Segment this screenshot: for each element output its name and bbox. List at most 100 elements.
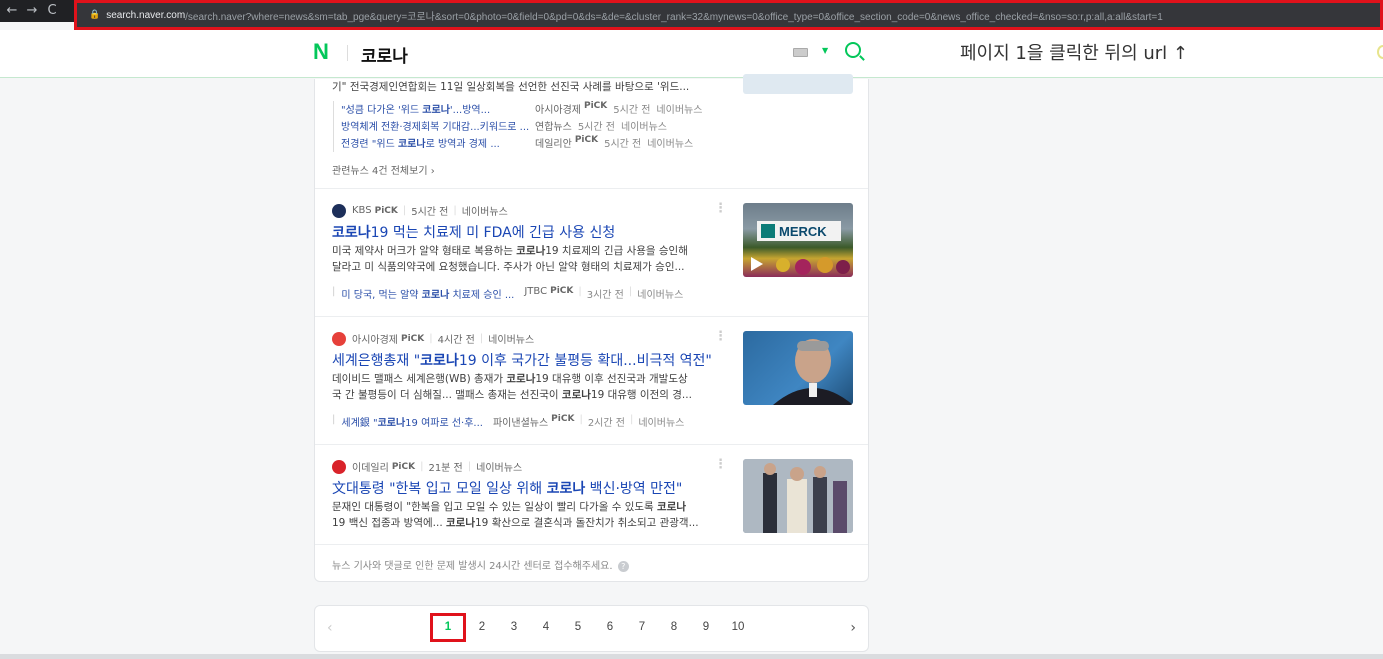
related-news-title[interactable]: "성큼 다가온 '위드 코로나'...방역...	[341, 101, 529, 118]
source-link[interactable]: 네이버뉴스	[656, 101, 702, 118]
press-name[interactable]: 데일리안	[535, 135, 572, 152]
news-thumbnail[interactable]: MERCK	[743, 203, 853, 277]
time: 21분 전	[428, 463, 463, 474]
source-link[interactable]: 네이버뉴스	[647, 135, 693, 152]
pick-badge: PiCK	[550, 286, 574, 296]
related-news-title[interactable]: 전경련 "위드 코로나로 방역과 경제 ...	[341, 135, 529, 152]
time: 5시간 전	[613, 105, 651, 116]
page-10[interactable]: 10	[722, 613, 754, 642]
press-logo-icon[interactable]	[332, 331, 346, 346]
pick-badge: PiCK	[374, 205, 398, 216]
portrait-thumbnail-graphic	[773, 339, 853, 405]
report-notice: 뉴스 기사와 댓글로 인한 문제 발생시 24시간 센터로 접수해주세요. ?	[332, 557, 629, 572]
source-link[interactable]: 네이버뉴스	[621, 118, 667, 135]
news-info: 이데일리 PiCK | 21분 전 | 네이버뉴스	[332, 459, 522, 474]
merck-thumbnail-graphic: MERCK	[751, 221, 850, 275]
news-thumbnail[interactable]	[743, 459, 853, 533]
source-link[interactable]: 네이버뉴스	[462, 203, 508, 218]
ceremony-thumbnail-graphic	[743, 459, 853, 533]
news-item: 이데일리 PiCK | 21분 전 | 네이버뉴스 ⋮ 文대통령 "한복 입고 …	[315, 445, 868, 545]
time: 2시간 전	[587, 418, 625, 429]
source-link[interactable]: 네이버뉴스	[488, 331, 534, 346]
news-thumbnail[interactable]	[743, 74, 853, 94]
press-name[interactable]: 이데일리	[352, 459, 389, 474]
page-6[interactable]: 6	[594, 613, 626, 642]
chevron-down-icon[interactable]: ▼	[822, 46, 828, 55]
search-input[interactable]: 코로나	[361, 42, 408, 67]
lock-icon: 🔒	[89, 10, 101, 20]
page-1[interactable]: 1	[430, 613, 466, 642]
press-logo-icon[interactable]	[332, 459, 346, 474]
page-9[interactable]: 9	[690, 613, 722, 642]
news-title[interactable]: 코로나19 먹는 치료제 미 FDA에 긴급 사용 신청	[332, 222, 615, 242]
press-name[interactable]: 아시아경제	[535, 101, 581, 118]
next-page-button[interactable]: ›	[850, 620, 856, 636]
news-item: 기" 전국경제인연합회는 11일 일상회복을 선언한 선진국 사례를 바탕으로 …	[315, 74, 868, 189]
news-info: KBS PiCK | 5시간 전 | 네이버뉴스	[332, 203, 508, 218]
edge-circle-icon	[1377, 45, 1383, 59]
related-news-row[interactable]: | 미 당국, 먹는 알약 코로나 치료제 승인 ... JTBC PiCK |…	[332, 286, 683, 301]
pick-badge: PiCK	[574, 135, 599, 145]
related-news-row[interactable]: 방역체계 전환·경제회복 기대감...키워드로 ... 연합뉴스 5시간 전 네…	[341, 118, 702, 135]
forward-arrow-icon[interactable]: →	[22, 0, 42, 22]
time: 5시간 전	[604, 139, 642, 150]
page-5[interactable]: 5	[562, 613, 594, 642]
time: 4시간 전	[437, 335, 475, 346]
news-title[interactable]: 세계은행총재 "코로나19 이후 국가간 불평등 확대...비극적 역전"	[332, 350, 712, 370]
source-link[interactable]: 네이버뉴스	[637, 286, 683, 301]
pick-badge: PiCK	[401, 333, 425, 344]
annotation-text: 페이지 1을 클릭한 뒤의 url ↑	[960, 43, 1188, 64]
press-name[interactable]: JTBC	[524, 286, 547, 301]
more-options-icon[interactable]: ⋮	[714, 329, 727, 344]
related-news-row[interactable]: | 세계銀 "코로나19 여파로 선·후... 파이낸셜뉴스 PiCK | 2시…	[332, 414, 684, 429]
news-thumbnail[interactable]	[743, 331, 853, 405]
news-description: 기" 전국경제인연합회는 11일 일상회복을 선언한 선진국 사례를 바탕으로 …	[332, 81, 690, 93]
page-3[interactable]: 3	[498, 613, 530, 642]
back-arrow-icon[interactable]: ←	[2, 0, 22, 22]
related-news-title[interactable]: 세계銀 "코로나19 여파로 선·후...	[341, 414, 483, 429]
related-news-row[interactable]: "성큼 다가온 '위드 코로나'...방역... 아시아경제 PiCK 5시간 …	[341, 101, 702, 118]
pick-badge: PiCK	[584, 101, 608, 111]
prev-page-button[interactable]: ‹	[327, 620, 333, 636]
page-8[interactable]: 8	[658, 613, 690, 642]
news-title[interactable]: 文대통령 "한복 입고 모일 일상 위해 코로나 백신·방역 만전"	[332, 478, 682, 498]
bottom-scroll-edge	[0, 654, 1383, 659]
pick-badge: PiCK	[391, 461, 416, 472]
more-options-icon[interactable]: ⋮	[714, 201, 727, 216]
naver-logo[interactable]: N	[313, 39, 329, 65]
more-options-icon[interactable]: ⋮	[714, 457, 727, 472]
page-2[interactable]: 2	[466, 613, 498, 642]
press-logo-icon[interactable]	[332, 203, 346, 218]
related-news-title[interactable]: 미 당국, 먹는 알약 코로나 치료제 승인 ...	[341, 286, 514, 301]
time: 5시간 전	[411, 207, 449, 218]
url-path: /search.naver?where=news&sm=tab_pge&quer…	[185, 11, 1163, 23]
news-description: 데이비드 맬패스 세계은행(WB) 총재가 코로나19 대유행 이후 선진국과 …	[332, 373, 692, 401]
page-7[interactable]: 7	[626, 613, 658, 642]
press-name[interactable]: KBS	[352, 205, 372, 216]
related-news-list: "성큼 다가온 '위드 코로나'...방역... 아시아경제 PiCK 5시간 …	[333, 101, 702, 152]
keyboard-icon[interactable]	[793, 48, 808, 57]
related-news-all-link[interactable]: 관련뉴스 4건 전체보기 ›	[332, 162, 435, 177]
related-news-title[interactable]: 방역체계 전환·경제회복 기대감...키워드로 ...	[341, 118, 529, 135]
news-list: 기" 전국경제인연합회는 11일 일상회복을 선언한 선진국 사례를 바탕으로 …	[314, 74, 869, 582]
press-name[interactable]: 파이낸셜뉴스	[493, 414, 548, 429]
pick-badge: PiCK	[551, 414, 575, 424]
related-news-row[interactable]: 전경련 "위드 코로나로 방역과 경제 ... 데일리안 PiCK 5시간 전 …	[341, 135, 702, 152]
news-info: 아시아경제 PiCK | 4시간 전 | 네이버뉴스	[332, 331, 534, 346]
news-description: 미국 제약사 머크가 알약 형태로 복용하는 코로나19 치료제의 긴급 사용을…	[332, 245, 688, 273]
divider	[347, 45, 348, 61]
search-icon[interactable]	[845, 42, 861, 58]
source-link[interactable]: 네이버뉴스	[476, 459, 522, 474]
address-bar[interactable]: 🔒 search.naver.com /search.naver?where=n…	[74, 0, 1383, 30]
press-name[interactable]: 아시아경제	[352, 331, 398, 346]
thumbnail-text: MERCK	[779, 224, 827, 239]
press-name[interactable]: 연합뉴스	[535, 118, 572, 135]
source-link[interactable]: 네이버뉴스	[638, 414, 684, 429]
news-item: KBS PiCK | 5시간 전 | 네이버뉴스 ⋮ 코로나19 먹는 치료제 …	[315, 189, 868, 317]
page-4[interactable]: 4	[530, 613, 562, 642]
help-icon[interactable]: ?	[617, 561, 629, 572]
news-description: 문재인 대통령이 "한복을 입고 모일 수 있는 일상이 빨리 다가올 수 있도…	[332, 501, 699, 529]
page-numbers: 1 2 3 4 5 6 7 8 9 10	[430, 613, 754, 642]
reload-icon[interactable]: C	[42, 0, 62, 22]
url-domain: search.naver.com	[106, 9, 186, 21]
